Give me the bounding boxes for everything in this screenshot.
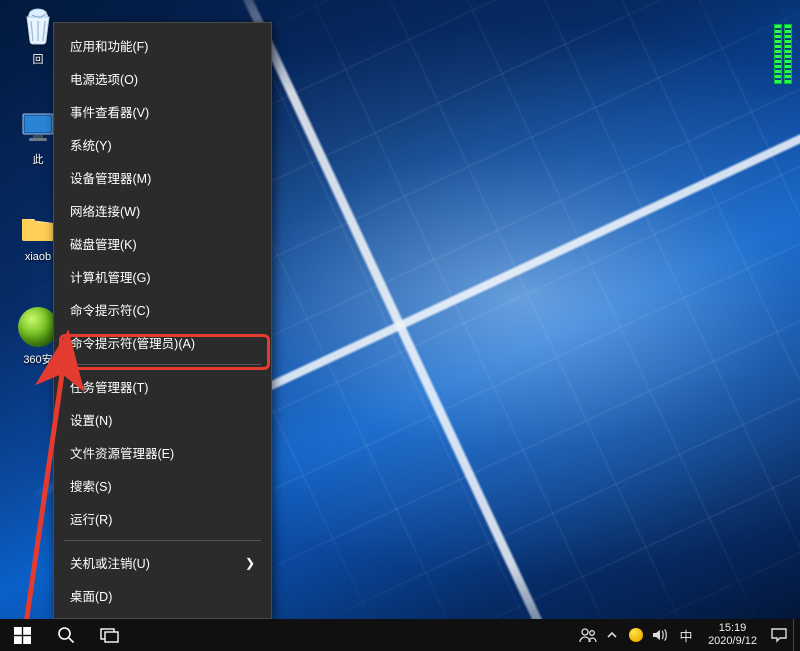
menu-item-shutdown-signout[interactable]: 关机或注销(U) ❯ xyxy=(54,546,271,579)
chevron-right-icon: ❯ xyxy=(245,556,255,570)
task-view-icon xyxy=(100,627,120,643)
show-desktop-button[interactable] xyxy=(793,619,800,651)
menu-item-computer-management[interactable]: 计算机管理(G) xyxy=(54,260,271,293)
search-icon xyxy=(57,626,75,644)
task-view-button[interactable] xyxy=(88,619,132,651)
menu-item-label: 文件资源管理器(E) xyxy=(70,443,174,462)
menu-item-label: 电源选项(O) xyxy=(70,69,138,88)
desktop: 回 此 xiaob 360安 应用和功能(F) 电源选 xyxy=(0,0,800,651)
tray-volume-icon[interactable] xyxy=(648,619,672,651)
menu-item-label: 计算机管理(G) xyxy=(70,267,151,286)
menu-item-settings[interactable]: 设置(N) xyxy=(54,403,271,436)
menu-separator xyxy=(64,364,261,365)
menu-item-label: 系统(Y) xyxy=(70,135,112,154)
menu-item-label: 设置(N) xyxy=(70,410,112,429)
menu-item-system[interactable]: 系统(Y) xyxy=(54,128,271,161)
tray-security-icon[interactable] xyxy=(624,619,648,651)
menu-item-label: 任务管理器(T) xyxy=(70,377,148,396)
ime-label: 中 xyxy=(680,626,693,645)
desktop-icon-label: 360安 xyxy=(23,351,52,367)
tray-clock[interactable]: 15:19 2020/9/12 xyxy=(700,622,765,648)
tray-people-icon[interactable] xyxy=(576,619,600,651)
system-tray: 中 15:19 2020/9/12 xyxy=(576,619,800,651)
menu-item-disk-management[interactable]: 磁盘管理(K) xyxy=(54,227,271,260)
menu-item-label: 搜索(S) xyxy=(70,476,112,495)
menu-item-desktop[interactable]: 桌面(D) xyxy=(54,579,271,612)
windows-logo-icon xyxy=(14,627,31,644)
menu-item-search[interactable]: 搜索(S) xyxy=(54,469,271,502)
menu-item-label: 命令提示符(C) xyxy=(70,300,150,319)
start-button[interactable] xyxy=(0,619,44,651)
tray-action-center-icon[interactable] xyxy=(765,619,793,651)
menu-item-apps-features[interactable]: 应用和功能(F) xyxy=(54,29,271,62)
clock-date: 2020/9/12 xyxy=(708,635,757,648)
menu-item-label: 磁盘管理(K) xyxy=(70,234,137,253)
taskbar: 中 15:19 2020/9/12 xyxy=(0,619,800,651)
menu-item-command-prompt-admin[interactable]: 命令提示符(管理员)(A) xyxy=(54,326,271,359)
desktop-icon-label: xiaob xyxy=(25,251,51,263)
menu-item-event-viewer[interactable]: 事件查看器(V) xyxy=(54,95,271,128)
menu-item-label: 关机或注销(U) xyxy=(70,553,150,572)
menu-separator xyxy=(64,540,261,541)
menu-item-command-prompt[interactable]: 命令提示符(C) xyxy=(54,293,271,326)
menu-item-run[interactable]: 运行(R) xyxy=(54,502,271,535)
menu-item-power-options[interactable]: 电源选项(O) xyxy=(54,62,271,95)
search-button[interactable] xyxy=(44,619,88,651)
tray-ime-indicator[interactable]: 中 xyxy=(672,619,700,651)
desktop-icon-label: 此 xyxy=(33,151,44,167)
menu-item-device-manager[interactable]: 设备管理器(M) xyxy=(54,161,271,194)
menu-item-label: 运行(R) xyxy=(70,509,112,528)
menu-item-label: 桌面(D) xyxy=(70,586,112,605)
menu-item-file-explorer[interactable]: 文件资源管理器(E) xyxy=(54,436,271,469)
tray-chevron-up-icon[interactable] xyxy=(600,619,624,651)
clock-time: 15:19 xyxy=(719,622,747,635)
menu-item-label: 事件查看器(V) xyxy=(70,102,149,121)
winx-context-menu: 应用和功能(F) 电源选项(O) 事件查看器(V) 系统(Y) 设备管理器(M)… xyxy=(53,22,272,619)
menu-item-task-manager[interactable]: 任务管理器(T) xyxy=(54,370,271,403)
menu-item-label: 网络连接(W) xyxy=(70,201,140,220)
menu-item-label: 设备管理器(M) xyxy=(70,168,151,187)
desktop-icon-label: 回 xyxy=(33,51,44,67)
menu-item-label: 命令提示符(管理员)(A) xyxy=(70,333,195,352)
menu-item-network-connections[interactable]: 网络连接(W) xyxy=(54,194,271,227)
menu-item-label: 应用和功能(F) xyxy=(70,36,148,55)
audio-meter-overlay xyxy=(774,24,792,84)
